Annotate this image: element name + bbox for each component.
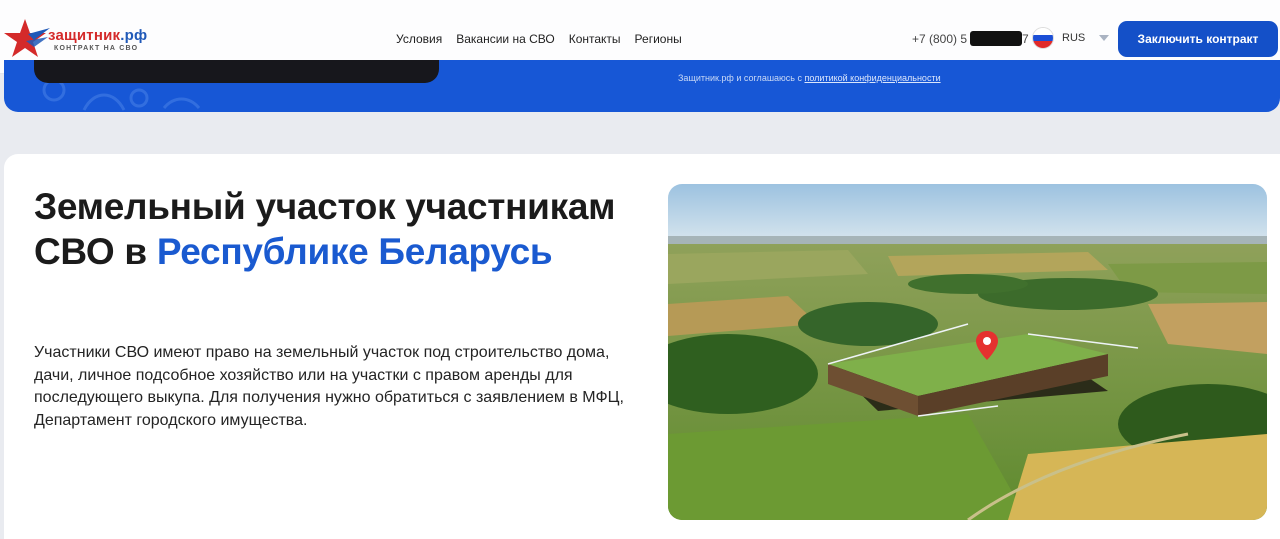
nav-item-conditions[interactable]: Условия bbox=[396, 32, 442, 46]
language-selector[interactable]: RUS bbox=[1032, 27, 1110, 49]
privacy-consent-text: Защитник.рф и соглашаюсь с политикой кон… bbox=[678, 73, 941, 83]
land-plot-image bbox=[668, 184, 1267, 520]
nav-item-vacancies[interactable]: Вакансии на СВО bbox=[456, 32, 554, 46]
phone-end: 7 bbox=[1022, 32, 1029, 46]
main-nav: Условия Вакансии на СВО Контакты Регионы bbox=[396, 32, 682, 46]
phone-start: +7 (800) 5 bbox=[912, 32, 968, 46]
star-logo-icon bbox=[4, 19, 50, 57]
page-description: Участники СВО имеют право на земельный у… bbox=[34, 344, 624, 429]
nav-item-regions[interactable]: Регионы bbox=[635, 32, 682, 46]
phone-number[interactable]: +7 (800) 5 7 bbox=[912, 31, 1029, 46]
chevron-down-icon bbox=[1099, 35, 1110, 41]
language-label: RUS bbox=[1062, 32, 1086, 44]
page-title: Земельный участок участникам СВО в Респу… bbox=[34, 186, 616, 272]
logo-subtitle: КОНТРАКТ НА СВО bbox=[54, 45, 139, 52]
dark-input-pill[interactable] bbox=[34, 60, 439, 83]
sign-contract-button[interactable]: Заключить контракт bbox=[1118, 21, 1278, 57]
site-logo[interactable]: защитник.рф КОНТРАКТ НА СВО bbox=[4, 18, 174, 58]
russia-flag-icon bbox=[1032, 27, 1054, 49]
privacy-policy-link[interactable]: политикой конфиденциальности bbox=[804, 73, 940, 83]
nav-item-contacts[interactable]: Контакты bbox=[569, 32, 621, 46]
form-band: Защитник.рф и соглашаюсь с политикой кон… bbox=[4, 60, 1280, 112]
land-plot-illustration bbox=[668, 184, 1267, 520]
logo-title: защитник.рф bbox=[48, 27, 148, 44]
redacted-block bbox=[970, 31, 1023, 46]
